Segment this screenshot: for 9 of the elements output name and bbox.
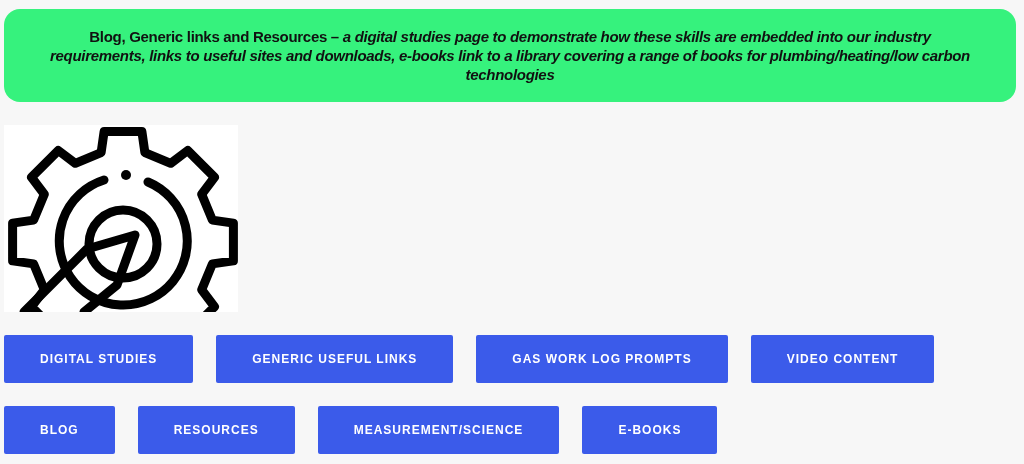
nav-button[interactable]: MEASUREMENT/SCIENCE [317, 406, 560, 454]
banner-text: Blog, Generic links and Resources – a digital studies page to demonstrate how these skills are embedded into our industry requirements, links to useful sites and downloads, e-books link to a library covering a range of books for plumbing/heating/low carbon technologies [49, 27, 971, 84]
nav-button[interactable]: RESOURCES [137, 406, 295, 454]
nav-button[interactable]: VIDEO CONTENT [750, 335, 935, 383]
nav-button[interactable]: DIGITAL STUDIES [4, 335, 194, 383]
nav-button[interactable]: GAS WORK LOG PROMPTS [476, 335, 728, 383]
nav-button[interactable]: BLOG [4, 406, 115, 454]
nav-button[interactable]: GENERIC USEFUL LINKS [216, 335, 454, 383]
nav-button[interactable]: E-BOOKS [582, 406, 718, 454]
